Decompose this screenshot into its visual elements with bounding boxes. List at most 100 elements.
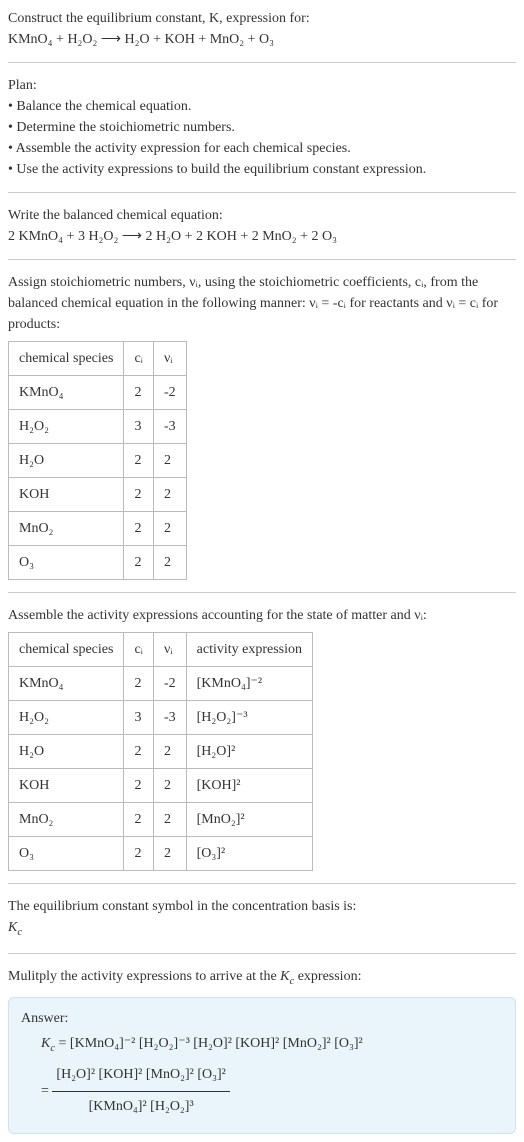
cell: [KMnO₄]⁻² <box>186 667 312 701</box>
cell: [O₃]² <box>186 837 312 871</box>
answer-label: Answer: <box>21 1008 503 1029</box>
cell: H₂O₂ <box>9 410 124 444</box>
multiply-section: Mulitply the activity expressions to arr… <box>8 966 516 990</box>
divider <box>8 259 516 260</box>
assign-table: chemical species cᵢ νᵢ KMnO₄2-2 H₂O₂3-3 … <box>8 341 187 580</box>
cell: [MnO₂]² <box>186 803 312 837</box>
plan-heading: Plan: <box>8 75 516 96</box>
cell: 2 <box>124 735 154 769</box>
cell: 2 <box>124 376 154 410</box>
cell: 2 <box>124 769 154 803</box>
cell: 2 <box>124 803 154 837</box>
cell: 2 <box>153 444 186 478</box>
multiply-text: Mulitply the activity expressions to arr… <box>8 966 516 990</box>
cell: 2 <box>124 837 154 871</box>
intro-section: Construct the equilibrium constant, K, e… <box>8 8 516 50</box>
fraction: [H₂O]² [KOH]² [MnO₂]² [O₃]² [KMnO₄]² [H₂… <box>52 1060 229 1123</box>
cell: 3 <box>124 701 154 735</box>
table-row: KOH22 <box>9 478 187 512</box>
intro-equation: KMnO₄ + H₂O₂ ⟶ H₂O + KOH + MnO₂ + O₃ <box>8 29 516 50</box>
table-header-row: chemical species cᵢ νᵢ activity expressi… <box>9 633 313 667</box>
cell: -3 <box>153 410 186 444</box>
fraction-denominator: [KMnO₄]² [H₂O₂]³ <box>52 1092 229 1123</box>
equals: = <box>41 1084 49 1099</box>
cell: [KOH]² <box>186 769 312 803</box>
cell: H₂O₂ <box>9 701 124 735</box>
cell: 2 <box>153 837 186 871</box>
symbol-line1: The equilibrium constant symbol in the c… <box>8 896 516 917</box>
table-header: cᵢ <box>124 633 154 667</box>
table-row: KMnO₄2-2[KMnO₄]⁻² <box>9 667 313 701</box>
cell: [H₂O]² <box>186 735 312 769</box>
table-header: chemical species <box>9 342 124 376</box>
cell: 2 <box>124 444 154 478</box>
assign-section: Assign stoichiometric numbers, νᵢ, using… <box>8 272 516 580</box>
cell: 2 <box>153 803 186 837</box>
plan-item: • Assemble the activity expression for e… <box>8 138 516 159</box>
assign-text: Assign stoichiometric numbers, νᵢ, using… <box>8 272 516 335</box>
balanced-equation: 2 KMnO₄ + 3 H₂O₂ ⟶ 2 H₂O + 2 KOH + 2 MnO… <box>8 226 516 247</box>
cell: KMnO₄ <box>9 376 124 410</box>
cell: O₃ <box>9 837 124 871</box>
assemble-section: Assemble the activity expressions accoun… <box>8 605 516 871</box>
table-header-row: chemical species cᵢ νᵢ <box>9 342 187 376</box>
table-row: H₂O22 <box>9 444 187 478</box>
cell: -2 <box>153 667 186 701</box>
cell: 2 <box>153 512 186 546</box>
table-row: KOH22[KOH]² <box>9 769 313 803</box>
plan-item: • Balance the chemical equation. <box>8 96 516 117</box>
fraction-numerator: [H₂O]² [KOH]² [MnO₂]² [O₃]² <box>52 1060 229 1092</box>
cell: 2 <box>124 512 154 546</box>
table-header: activity expression <box>186 633 312 667</box>
intro-line1: Construct the equilibrium constant, K, e… <box>8 8 516 29</box>
answer-box: Answer: Kc = K_c = [KMnO₄]⁻² [H₂O₂]⁻³ [H… <box>8 997 516 1133</box>
plan-item: • Determine the stoichiometric numbers. <box>8 117 516 138</box>
cell: [H₂O₂]⁻³ <box>186 701 312 735</box>
assemble-text: Assemble the activity expressions accoun… <box>8 605 516 626</box>
balanced-section: Write the balanced chemical equation: 2 … <box>8 205 516 247</box>
answer-line2: = [H₂O]² [KOH]² [MnO₂]² [O₃]² [KMnO₄]² [… <box>41 1060 503 1123</box>
cell: MnO₂ <box>9 803 124 837</box>
cell: 2 <box>153 769 186 803</box>
divider <box>8 953 516 954</box>
table-header: νᵢ <box>153 633 186 667</box>
table-header: cᵢ <box>124 342 154 376</box>
table-row: KMnO₄2-2 <box>9 376 187 410</box>
table-header: chemical species <box>9 633 124 667</box>
cell: KMnO₄ <box>9 667 124 701</box>
divider <box>8 192 516 193</box>
cell: KOH <box>9 478 124 512</box>
cell: 2 <box>153 546 186 580</box>
cell: O₃ <box>9 546 124 580</box>
table-row: H₂O₂3-3[H₂O₂]⁻³ <box>9 701 313 735</box>
table-row: O₃22 <box>9 546 187 580</box>
table-row: O₃22[O₃]² <box>9 837 313 871</box>
cell: H₂O <box>9 444 124 478</box>
table-header: νᵢ <box>153 342 186 376</box>
symbol-section: The equilibrium constant symbol in the c… <box>8 896 516 941</box>
cell: 2 <box>124 546 154 580</box>
cell: MnO₂ <box>9 512 124 546</box>
balanced-heading: Write the balanced chemical equation: <box>8 205 516 226</box>
plan-section: Plan: • Balance the chemical equation. •… <box>8 75 516 180</box>
answer-line1: Kc = K_c = [KMnO₄]⁻² [H₂O₂]⁻³ [H₂O]² [KO… <box>41 1029 503 1060</box>
symbol-line2: Kc <box>8 917 516 941</box>
plan-item: • Use the activity expressions to build … <box>8 159 516 180</box>
table-row: H₂O₂3-3 <box>9 410 187 444</box>
cell: H₂O <box>9 735 124 769</box>
cell: 2 <box>153 735 186 769</box>
cell: KOH <box>9 769 124 803</box>
cell: -3 <box>153 701 186 735</box>
cell: 2 <box>153 478 186 512</box>
table-row: MnO₂22 <box>9 512 187 546</box>
table-row: MnO₂22[MnO₂]² <box>9 803 313 837</box>
cell: 2 <box>124 478 154 512</box>
cell: 3 <box>124 410 154 444</box>
divider <box>8 592 516 593</box>
cell: 2 <box>124 667 154 701</box>
assemble-table: chemical species cᵢ νᵢ activity expressi… <box>8 632 313 871</box>
divider <box>8 883 516 884</box>
divider <box>8 62 516 63</box>
cell: -2 <box>153 376 186 410</box>
table-row: H₂O22[H₂O]² <box>9 735 313 769</box>
